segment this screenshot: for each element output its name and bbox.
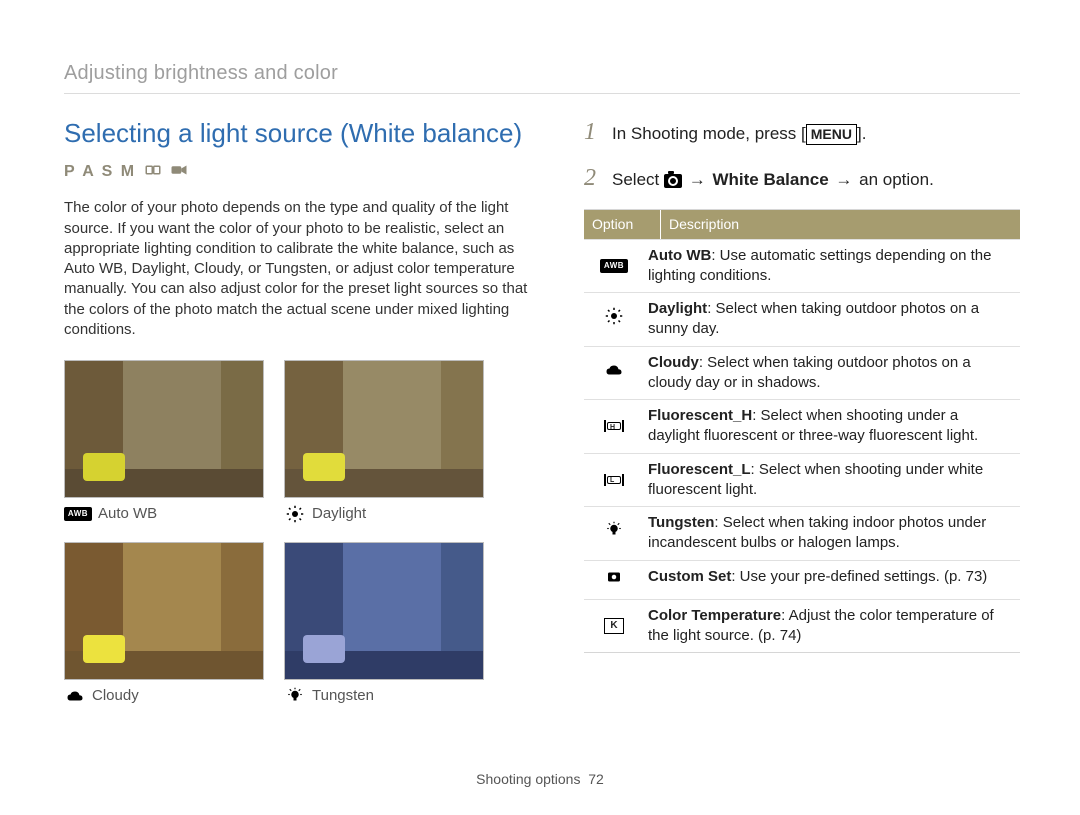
awb-icon: AWB <box>64 507 92 521</box>
table-row: K Color Temperature: Adjust the color te… <box>584 599 1020 653</box>
option-name: Fluorescent_L <box>648 461 751 478</box>
step-2-post: an option. <box>854 170 933 189</box>
page-number: 72 <box>588 771 604 787</box>
col-option: Option <box>584 210 661 239</box>
mode-letters: P A S M <box>64 161 136 183</box>
table-row: Custom Set: Use your pre-defined setting… <box>584 560 1020 599</box>
sample-tile-daylight: Daylight <box>284 360 484 524</box>
options-table: Option Description AWB Auto WB: Use auto… <box>584 209 1020 653</box>
sample-label: Daylight <box>312 504 366 524</box>
option-name: Custom Set <box>648 568 731 585</box>
arrow-icon: → <box>687 169 708 192</box>
step-number: 1 <box>584 116 598 148</box>
cloud-icon <box>64 688 86 704</box>
kelvin-icon: K <box>604 618 624 634</box>
mode-indicators: P A S M <box>64 161 534 183</box>
bulb-icon <box>605 521 623 545</box>
step-2: 2 Select → White Balance → an option. <box>584 162 1020 194</box>
arrow-icon: → <box>833 169 854 192</box>
option-desc: : Use your pre-defined settings. (p. 73) <box>731 568 987 585</box>
sun-icon <box>284 506 306 522</box>
step-1-pre: In Shooting mode, press [ <box>612 124 806 143</box>
fluorescent-h-icon: H <box>604 420 624 432</box>
step-1: 1 In Shooting mode, press [MENU]. <box>584 116 1020 148</box>
sample-thumb-cloudy <box>64 542 264 680</box>
sample-tile-tungsten: Tungsten <box>284 542 484 706</box>
page-footer: Shooting options 72 <box>0 770 1080 789</box>
footer-section: Shooting options <box>476 771 580 787</box>
sun-icon <box>605 307 623 331</box>
option-name: Color Temperature <box>648 607 781 624</box>
table-row: H Fluorescent_H: Select when shooting un… <box>584 399 1020 453</box>
sample-thumb-auto-wb <box>64 360 264 498</box>
table-row: Daylight: Select when taking outdoor pho… <box>584 292 1020 346</box>
table-row: Tungsten: Select when taking indoor phot… <box>584 506 1020 560</box>
cloud-icon <box>605 361 623 385</box>
breadcrumb: Adjusting brightness and color <box>64 60 1020 87</box>
body-paragraph: The color of your photo depends on the t… <box>64 198 534 340</box>
sample-grid: AWB Auto WB Daylight <box>64 360 534 707</box>
fluorescent-l-icon: L <box>604 474 624 486</box>
awb-icon: AWB <box>600 259 628 273</box>
sample-tile-auto-wb: AWB Auto WB <box>64 360 264 524</box>
sample-label: Auto WB <box>98 504 157 524</box>
option-name: Daylight <box>648 300 707 317</box>
table-row: Cloudy: Select when taking outdoor photo… <box>584 346 1020 400</box>
custom-set-icon <box>605 568 623 592</box>
mode-dual-icon <box>144 161 162 183</box>
option-name: Fluorescent_H <box>648 407 752 424</box>
sample-tile-cloudy: Cloudy <box>64 542 264 706</box>
sample-thumb-tungsten <box>284 542 484 680</box>
sample-label: Cloudy <box>92 686 139 706</box>
option-name: Cloudy <box>648 354 699 371</box>
sample-thumb-daylight <box>284 360 484 498</box>
step-number: 2 <box>584 162 598 194</box>
header-divider <box>64 93 1020 94</box>
step-1-post: ]. <box>857 124 866 143</box>
white-balance-label: White Balance <box>712 170 828 189</box>
options-table-header: Option Description <box>584 210 1020 239</box>
table-row: L Fluorescent_L: Select when shooting un… <box>584 453 1020 507</box>
step-2-pre: Select <box>612 170 664 189</box>
option-name: Tungsten <box>648 514 714 531</box>
sample-label: Tungsten <box>312 686 374 706</box>
mode-video-icon <box>170 161 188 183</box>
menu-button-label: MENU <box>806 124 857 145</box>
table-row: AWB Auto WB: Use automatic settings depe… <box>584 239 1020 293</box>
col-description: Description <box>661 210 1020 239</box>
camera-icon <box>664 174 682 188</box>
option-name: Auto WB <box>648 247 711 264</box>
bulb-icon <box>284 688 306 704</box>
section-title: Selecting a light source (White balance) <box>64 116 534 151</box>
